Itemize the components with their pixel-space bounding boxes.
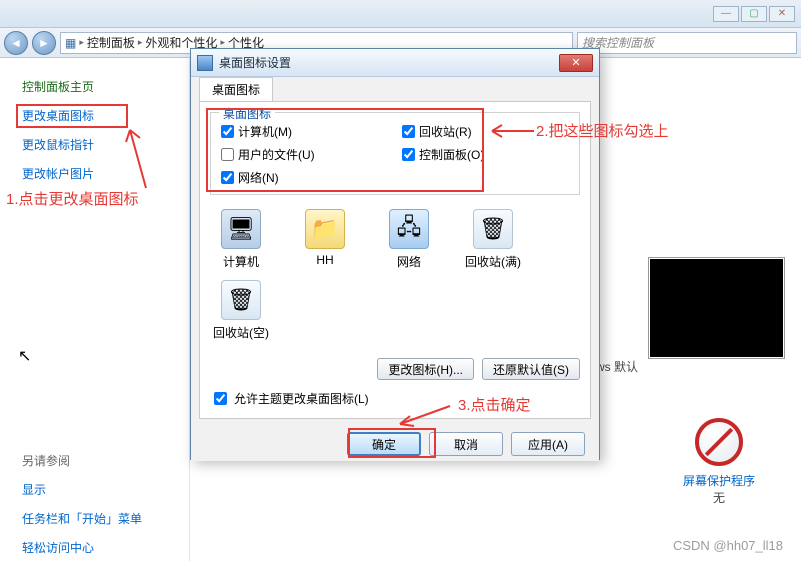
no-screensaver-icon <box>695 418 743 466</box>
allow-themes-checkbox[interactable] <box>214 392 227 405</box>
icon-label: 回收站(满) <box>462 253 524 270</box>
sidebar-see-also-header: 另请参阅 <box>22 452 189 469</box>
checkbox-recycle-input[interactable] <box>402 125 415 138</box>
dialog-close-button[interactable]: ✕ <box>559 54 593 72</box>
window-titlebar: — ▢ ✕ <box>0 0 801 28</box>
watermark: CSDN @hh07_ll18 <box>673 538 783 553</box>
ok-button[interactable]: 确定 <box>347 432 421 456</box>
nav-forward-button[interactable]: ► <box>32 31 56 55</box>
checkbox-recycle-bin[interactable]: 回收站(R) <box>402 123 569 140</box>
nav-back-button[interactable]: ◄ <box>4 31 28 55</box>
tab-desktop-icons[interactable]: 桌面图标 <box>199 77 273 102</box>
icon-item-user[interactable]: 📁 HH <box>294 209 356 270</box>
checkbox-label: 控制面板(O) <box>419 146 484 163</box>
breadcrumb-root-icon: ▦ <box>65 36 76 50</box>
computer-icon: 🖥 <box>221 209 261 249</box>
sidebar-link-ease-of-access[interactable]: 轻松访问中心 <box>22 539 189 556</box>
icon-item-recycle-empty[interactable]: 🗑 回收站(空) <box>210 280 272 341</box>
sidebar: 控制面板主页 更改桌面图标 更改鼠标指针 更改帐户图片 另请参阅 显示 任务栏和… <box>0 58 190 561</box>
checkbox-network[interactable]: 网络(N) <box>221 169 388 186</box>
checkbox-computer-input[interactable] <box>221 125 234 138</box>
checkbox-label: 用户的文件(U) <box>238 146 315 163</box>
sidebar-link-change-mouse-pointers[interactable]: 更改鼠标指针 <box>22 136 189 153</box>
checkbox-label: 计算机(M) <box>238 123 292 140</box>
icon-item-computer[interactable]: 🖥 计算机 <box>210 209 272 270</box>
checkbox-cpanel-input[interactable] <box>402 148 415 161</box>
sidebar-link-display[interactable]: 显示 <box>22 481 189 498</box>
checkbox-label: 回收站(R) <box>419 123 472 140</box>
screensaver-preview <box>649 258 784 358</box>
cancel-button[interactable]: 取消 <box>429 432 503 456</box>
icon-label: HH <box>294 253 356 267</box>
change-icon-button[interactable]: 更改图标(H)... <box>377 358 474 380</box>
cursor-icon: ↖ <box>18 346 31 366</box>
sidebar-link-change-desktop-icons[interactable]: 更改桌面图标 <box>22 107 189 124</box>
recycle-full-icon: 🗑 <box>473 209 513 249</box>
screensaver-label[interactable]: 屏幕保护程序 <box>649 472 789 489</box>
search-input[interactable]: 搜索控制面板 <box>577 32 797 54</box>
dialog-footer: 确定 取消 应用(A) <box>191 427 599 461</box>
screensaver-value: 无 <box>649 489 789 506</box>
dialog-body: 桌面图标 计算机(M) 回收站(R) 用户的文件(U) 控制面板(O) 网络(N… <box>199 101 591 419</box>
checkbox-network-input[interactable] <box>221 171 234 184</box>
dialog-titlebar: 桌面图标设置 ✕ <box>191 49 599 77</box>
close-button[interactable]: ✕ <box>769 6 795 22</box>
network-icon: 🖧 <box>389 209 429 249</box>
dialog-icon <box>197 55 213 71</box>
group-legend: 桌面图标 <box>219 105 275 122</box>
icon-label: 计算机 <box>210 253 272 270</box>
desktop-icons-group: 桌面图标 计算机(M) 回收站(R) 用户的文件(U) 控制面板(O) 网络(N… <box>210 112 580 195</box>
desktop-icon-settings-dialog: 桌面图标设置 ✕ 桌面图标 桌面图标 计算机(M) 回收站(R) 用户的文件(U… <box>190 48 600 460</box>
dialog-tab-row: 桌面图标 <box>191 77 599 101</box>
checkbox-computer[interactable]: 计算机(M) <box>221 123 388 140</box>
breadcrumb-sep: ▸ <box>79 37 84 48</box>
recycle-empty-icon: 🗑 <box>221 280 261 320</box>
folder-icon: 📁 <box>305 209 345 249</box>
breadcrumb-sep: ▸ <box>220 37 225 48</box>
sidebar-link-change-account-picture[interactable]: 更改帐户图片 <box>22 165 189 182</box>
restore-defaults-button[interactable]: 还原默认值(S) <box>482 358 580 380</box>
icon-preview-grid: 🖥 计算机 📁 HH 🖧 网络 🗑 回收站(满) 🗑 回收站(空) <box>210 209 580 341</box>
checkbox-user-files[interactable]: 用户的文件(U) <box>221 146 388 163</box>
dialog-title: 桌面图标设置 <box>219 54 553 71</box>
icon-label: 网络 <box>378 253 440 270</box>
checkbox-control-panel[interactable]: 控制面板(O) <box>402 146 569 163</box>
icon-item-network[interactable]: 🖧 网络 <box>378 209 440 270</box>
breadcrumb-item[interactable]: 控制面板 <box>87 34 135 51</box>
allow-themes-label: 允许主题更改桌面图标(L) <box>234 390 369 407</box>
icon-label: 回收站(空) <box>210 324 272 341</box>
maximize-button[interactable]: ▢ <box>741 6 767 22</box>
apply-button[interactable]: 应用(A) <box>511 432 585 456</box>
breadcrumb-sep: ▸ <box>138 37 143 48</box>
minimize-button[interactable]: — <box>713 6 739 22</box>
checkbox-userfiles-input[interactable] <box>221 148 234 161</box>
checkbox-label: 网络(N) <box>238 169 279 186</box>
sidebar-header: 控制面板主页 <box>22 78 189 95</box>
sidebar-link-taskbar-start[interactable]: 任务栏和「开始」菜单 <box>22 510 189 527</box>
icon-item-recycle-full[interactable]: 🗑 回收站(满) <box>462 209 524 270</box>
